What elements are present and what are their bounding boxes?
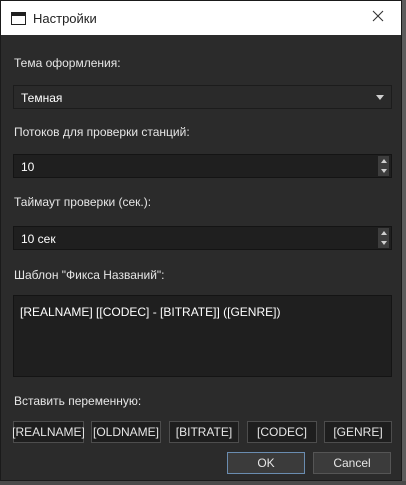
app-window-icon bbox=[11, 11, 26, 26]
settings-dialog: Настройки Тема оформления: Темная Потоко… bbox=[0, 0, 402, 481]
arrow-down-icon bbox=[380, 169, 387, 173]
timeout-spinbox[interactable]: 10 сек bbox=[13, 226, 392, 250]
insert-oldname-button[interactable]: [OLDNAME] bbox=[91, 421, 161, 443]
template-label: Шаблон "Фикса Названий": bbox=[14, 268, 165, 282]
insert-genre-button[interactable]: [GENRE] bbox=[324, 421, 392, 443]
timeout-value: 10 сек bbox=[21, 232, 56, 246]
threads-value: 10 bbox=[21, 160, 35, 174]
theme-select-value: Темная bbox=[21, 91, 63, 105]
insert-realname-button[interactable]: [REALNAME] bbox=[12, 421, 85, 443]
timeout-label: Таймаут проверки (сек.): bbox=[14, 195, 152, 209]
threads-decrement-button[interactable] bbox=[378, 166, 389, 176]
arrow-up-icon bbox=[380, 159, 387, 163]
threads-label: Потоков для проверки станций: bbox=[14, 125, 190, 139]
template-text: [REALNAME] [[CODEC] - [BITRATE]] ([GENRE… bbox=[20, 305, 281, 319]
arrow-up-icon bbox=[380, 231, 387, 235]
cancel-button[interactable]: Cancel bbox=[313, 452, 391, 474]
insert-codec-button[interactable]: [CODEC] bbox=[247, 421, 317, 443]
title-bar: Настройки bbox=[1, 1, 401, 35]
template-textarea[interactable]: [REALNAME] [[CODEC] - [BITRATE]] ([GENRE… bbox=[13, 295, 392, 377]
threads-stepper bbox=[378, 156, 389, 176]
theme-label: Тема оформления: bbox=[14, 56, 121, 70]
insert-variable-label: Вставить переменную: bbox=[14, 394, 142, 408]
threads-increment-button[interactable] bbox=[378, 156, 389, 166]
chevron-down-icon[interactable] bbox=[376, 95, 384, 100]
ok-button[interactable]: OK bbox=[227, 452, 305, 474]
window-title: Настройки bbox=[33, 11, 97, 26]
timeout-decrement-button[interactable] bbox=[378, 238, 389, 248]
insert-bitrate-button[interactable]: [BITRATE] bbox=[169, 421, 239, 443]
close-button[interactable] bbox=[359, 3, 397, 33]
threads-spinbox[interactable]: 10 bbox=[13, 154, 392, 178]
background-window-edge bbox=[402, 0, 406, 485]
close-icon bbox=[372, 9, 384, 27]
arrow-down-icon bbox=[380, 241, 387, 245]
timeout-stepper bbox=[378, 228, 389, 248]
theme-select[interactable]: Темная bbox=[13, 85, 392, 109]
timeout-increment-button[interactable] bbox=[378, 228, 389, 238]
background-window-edge-bottom bbox=[0, 481, 406, 485]
